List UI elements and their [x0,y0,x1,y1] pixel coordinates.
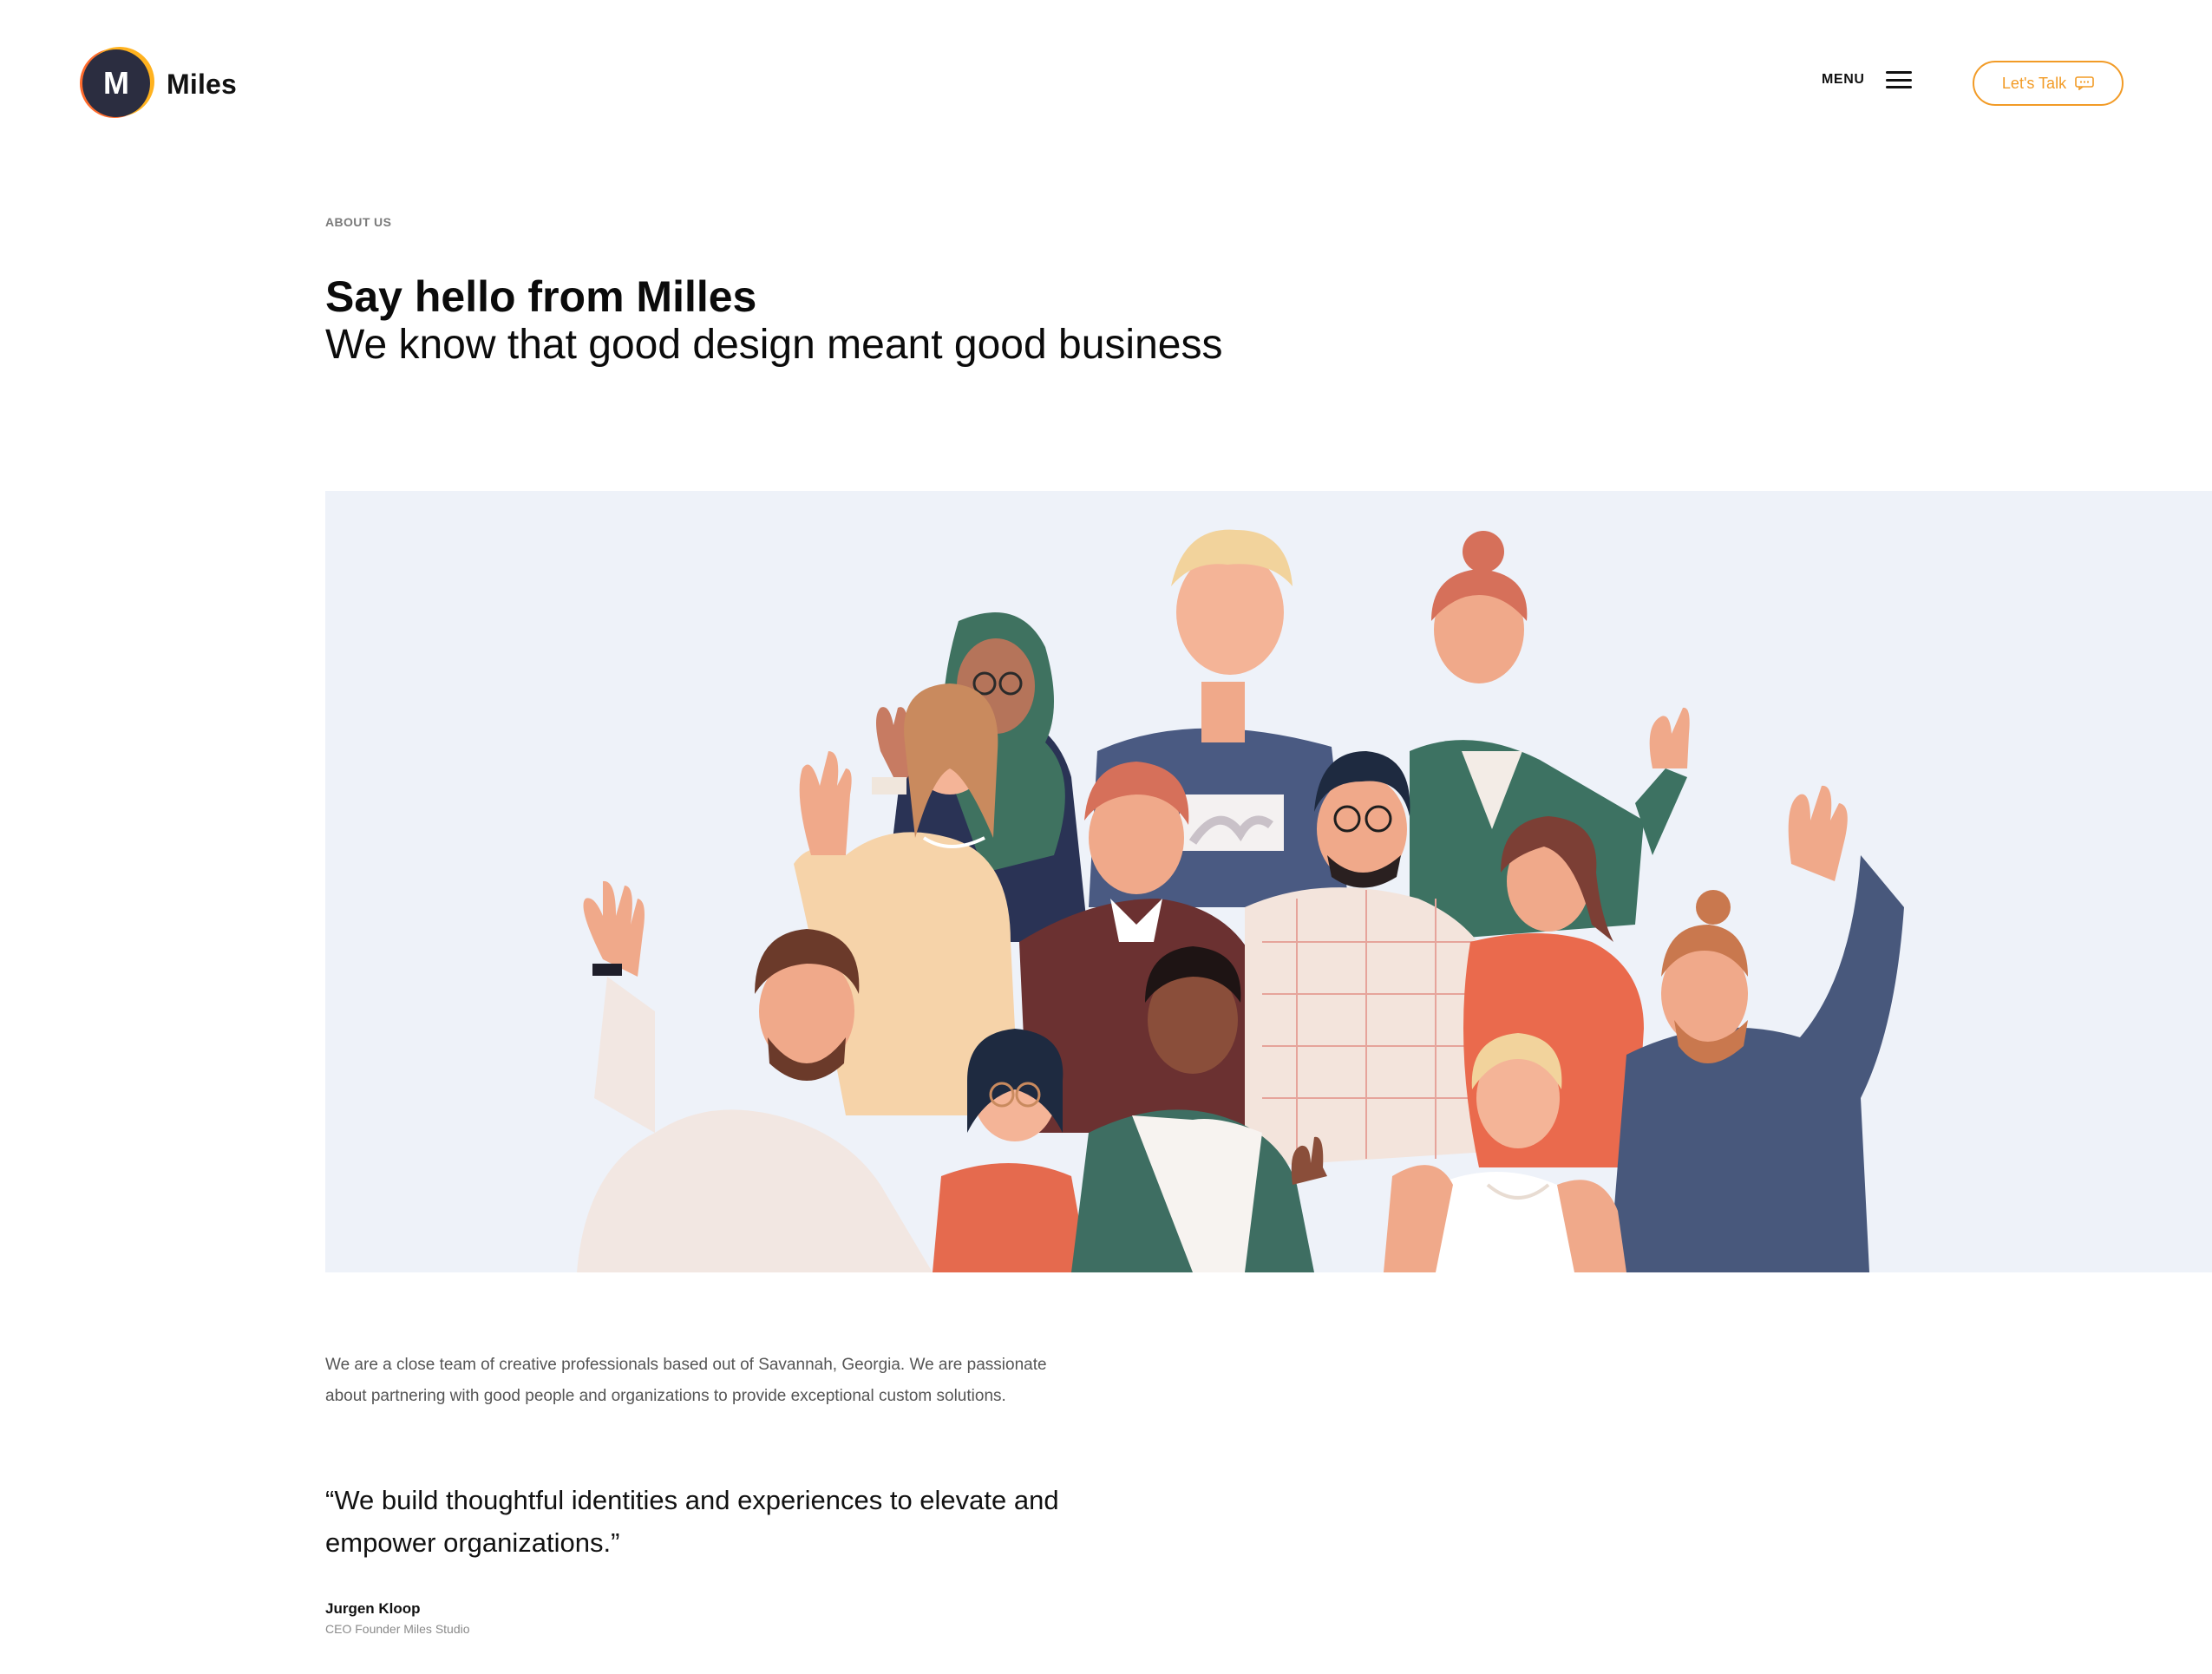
founder-quote: “We build thoughtful identities and expe… [325,1479,1106,1564]
quote-author-role: CEO Founder Miles Studio [325,1622,470,1636]
site-header: M Miles MENU Let's Talk [0,0,2212,173]
menu-toggle[interactable]: MENU [1822,71,1912,88]
lets-talk-button[interactable]: Let's Talk [1973,61,2124,106]
page-subtitle: We know that good design meant good busi… [325,322,1223,368]
brand-name: Miles [167,68,238,100]
chat-bubble-icon [2075,76,2094,90]
hero-illustration [325,491,2212,1272]
logo-link[interactable]: M Miles [80,47,238,120]
quote-line: “We build thoughtful identities and expe… [325,1485,1059,1515]
page-title: Say hello from Milles [325,272,757,321]
hamburger-icon [1885,71,1912,88]
quote-line: empower organizations.” [325,1527,620,1558]
about-description: We are a close team of creative professi… [325,1350,1106,1412]
lets-talk-label: Let's Talk [2001,74,2067,92]
about-description-line: about partnering with good people and or… [325,1387,1006,1405]
about-description-line: We are a close team of creative professi… [325,1356,1047,1374]
quote-author-name: Jurgen Kloop [325,1600,421,1617]
team-group-illustration [577,529,1904,1272]
logo-mark-icon: M [80,47,154,120]
menu-label: MENU [1822,72,1865,87]
logo-letter: M [82,49,150,117]
section-eyebrow: ABOUT US [325,215,392,229]
